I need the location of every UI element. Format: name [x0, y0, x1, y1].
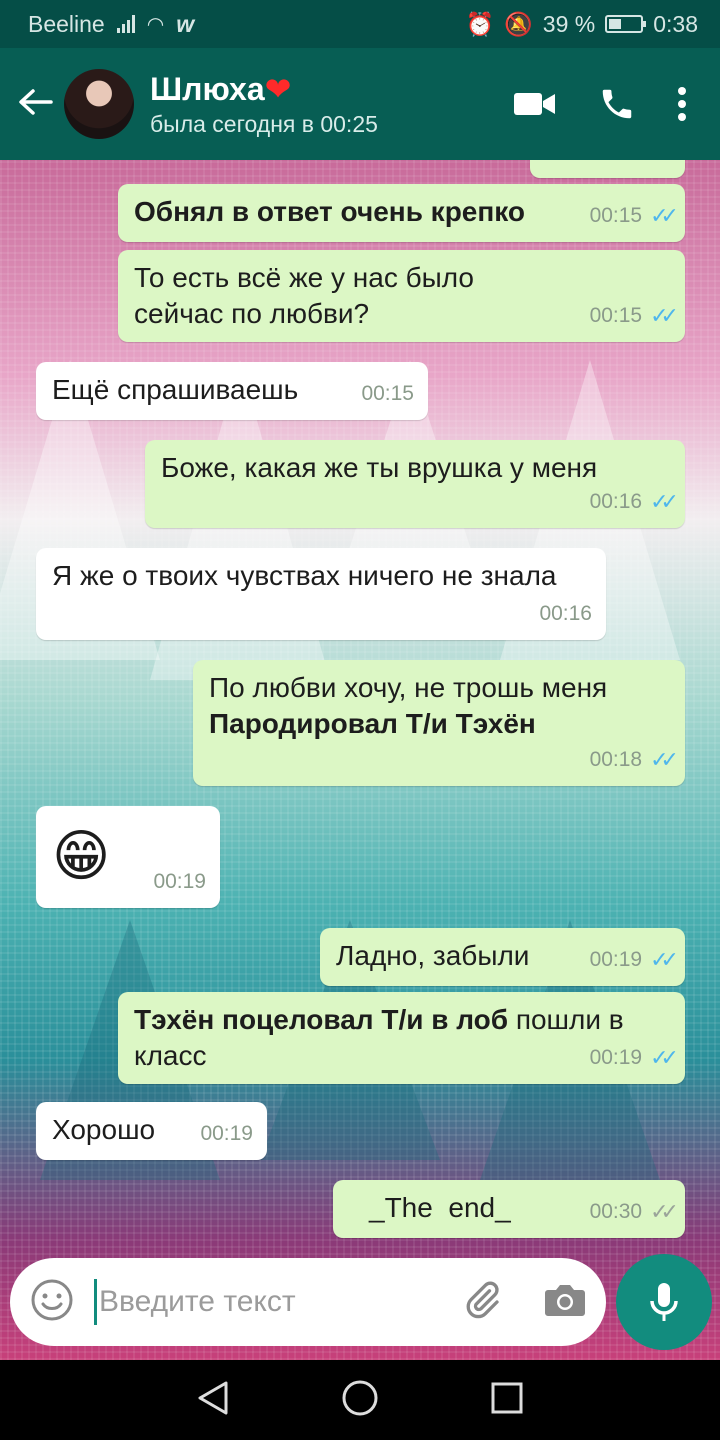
message-bubble-incoming[interactable]: Ещё спрашиваешь 00:15 [36, 362, 428, 420]
mute-icon: 🔕 [504, 10, 533, 37]
grinning-emoji: 😁 [52, 824, 111, 887]
message-bubble-incoming[interactable]: Хорошо 00:19 [36, 1102, 267, 1160]
message-input[interactable]: Введите текст [94, 1279, 462, 1325]
read-receipt-icon: ✓✓ [650, 747, 679, 772]
wifi-icon: ◠ [146, 13, 165, 36]
message-meta: 00:15 [361, 382, 414, 405]
app-notification-icon: w [176, 10, 195, 37]
message-meta: 00:18 ✓✓ [590, 742, 679, 778]
camera-icon[interactable] [544, 1282, 586, 1323]
read-receipt-icon: ✓✓ [650, 947, 679, 972]
read-receipt-icon: ✓✓ [650, 303, 679, 328]
message-bubble-outgoing[interactable]: То есть всё же у нас было сейчас по любв… [118, 250, 685, 342]
contact-avatar[interactable] [64, 69, 134, 139]
system-navigation-bar [0, 1360, 720, 1440]
signal-icon [116, 15, 135, 33]
status-bar: Beeline ◠ w ⏰ 🔕 39 % 0:38 [0, 0, 720, 48]
last-seen-status: была сегодня в 00:25 [150, 111, 378, 137]
message-bubble-outgoing[interactable]: Тэхён поцеловал Т/и в лоб пошли в класс … [118, 992, 685, 1084]
nav-back-icon[interactable] [196, 1380, 230, 1421]
chat-area[interactable]: Обнял в ответ очень крепко 00:15 ✓✓ То ес… [0, 160, 720, 1360]
carrier-name: Beeline [28, 10, 105, 37]
message-bubble-incoming[interactable]: Я же о твоих чувствах ничего не знала 00… [36, 548, 606, 640]
message-bubble-incoming[interactable]: 😁 00:19 [36, 806, 220, 908]
message-bubble-outgoing[interactable]: По любви хочу, не трошь меня Пародировал… [193, 660, 685, 786]
microphone-icon [650, 1283, 678, 1321]
read-receipt-icon: ✓✓ [650, 203, 679, 228]
contact-name: Шлюха❤ [150, 71, 292, 107]
more-options-icon[interactable] [652, 86, 712, 122]
message-meta: 00:19 [200, 1122, 253, 1145]
message-bubble-outgoing[interactable]: Обнял в ответ очень крепко 00:15 ✓✓ [118, 184, 685, 242]
delivered-receipt-icon: ✓✓ [650, 1199, 679, 1224]
message-meta: 00:16 [539, 602, 592, 625]
message-meta: 00:16 ✓✓ [590, 484, 679, 520]
contact-info[interactable]: Шлюха❤ была сегодня в 00:25 [150, 69, 500, 139]
nav-recents-icon[interactable] [490, 1381, 524, 1420]
message-bubble-outgoing[interactable]: _The end_ 00:30 ✓✓ [333, 1180, 685, 1238]
read-receipt-icon: ✓✓ [650, 1045, 679, 1070]
message-bubble-outgoing[interactable]: Боже, какая же ты врушка у меня 00:16 ✓✓ [145, 440, 685, 528]
voice-record-button[interactable] [616, 1254, 712, 1350]
battery-icon [605, 15, 647, 33]
message-meta: 00:30 ✓✓ [590, 1194, 679, 1230]
heart-emoji: ❤ [264, 71, 292, 107]
message-meta: 00:15 ✓✓ [590, 198, 679, 234]
message-meta: 00:19 [153, 870, 206, 893]
read-receipt-icon: ✓✓ [650, 489, 679, 514]
back-arrow-icon[interactable] [10, 82, 60, 127]
voice-call-icon[interactable] [582, 85, 652, 123]
message-meta: 00:19 ✓✓ [590, 942, 679, 978]
battery-percent: 39 % [542, 10, 596, 37]
video-call-icon[interactable] [500, 91, 570, 117]
clock: 0:38 [653, 10, 698, 37]
nav-home-icon[interactable] [341, 1379, 379, 1422]
chat-header: Шлюха❤ была сегодня в 00:25 [0, 48, 720, 160]
alarm-icon: ⏰ [465, 10, 495, 37]
emoji-icon[interactable] [30, 1278, 74, 1327]
message-meta: 00:15 ✓✓ [590, 298, 679, 334]
message-meta: 00:19 ✓✓ [590, 1040, 679, 1076]
attach-icon[interactable] [462, 1280, 502, 1325]
message-bubble-partial[interactable] [530, 160, 685, 178]
message-bubble-outgoing[interactable]: Ладно, забыли 00:19 ✓✓ [320, 928, 685, 986]
message-composer: Введите текст [10, 1258, 606, 1346]
